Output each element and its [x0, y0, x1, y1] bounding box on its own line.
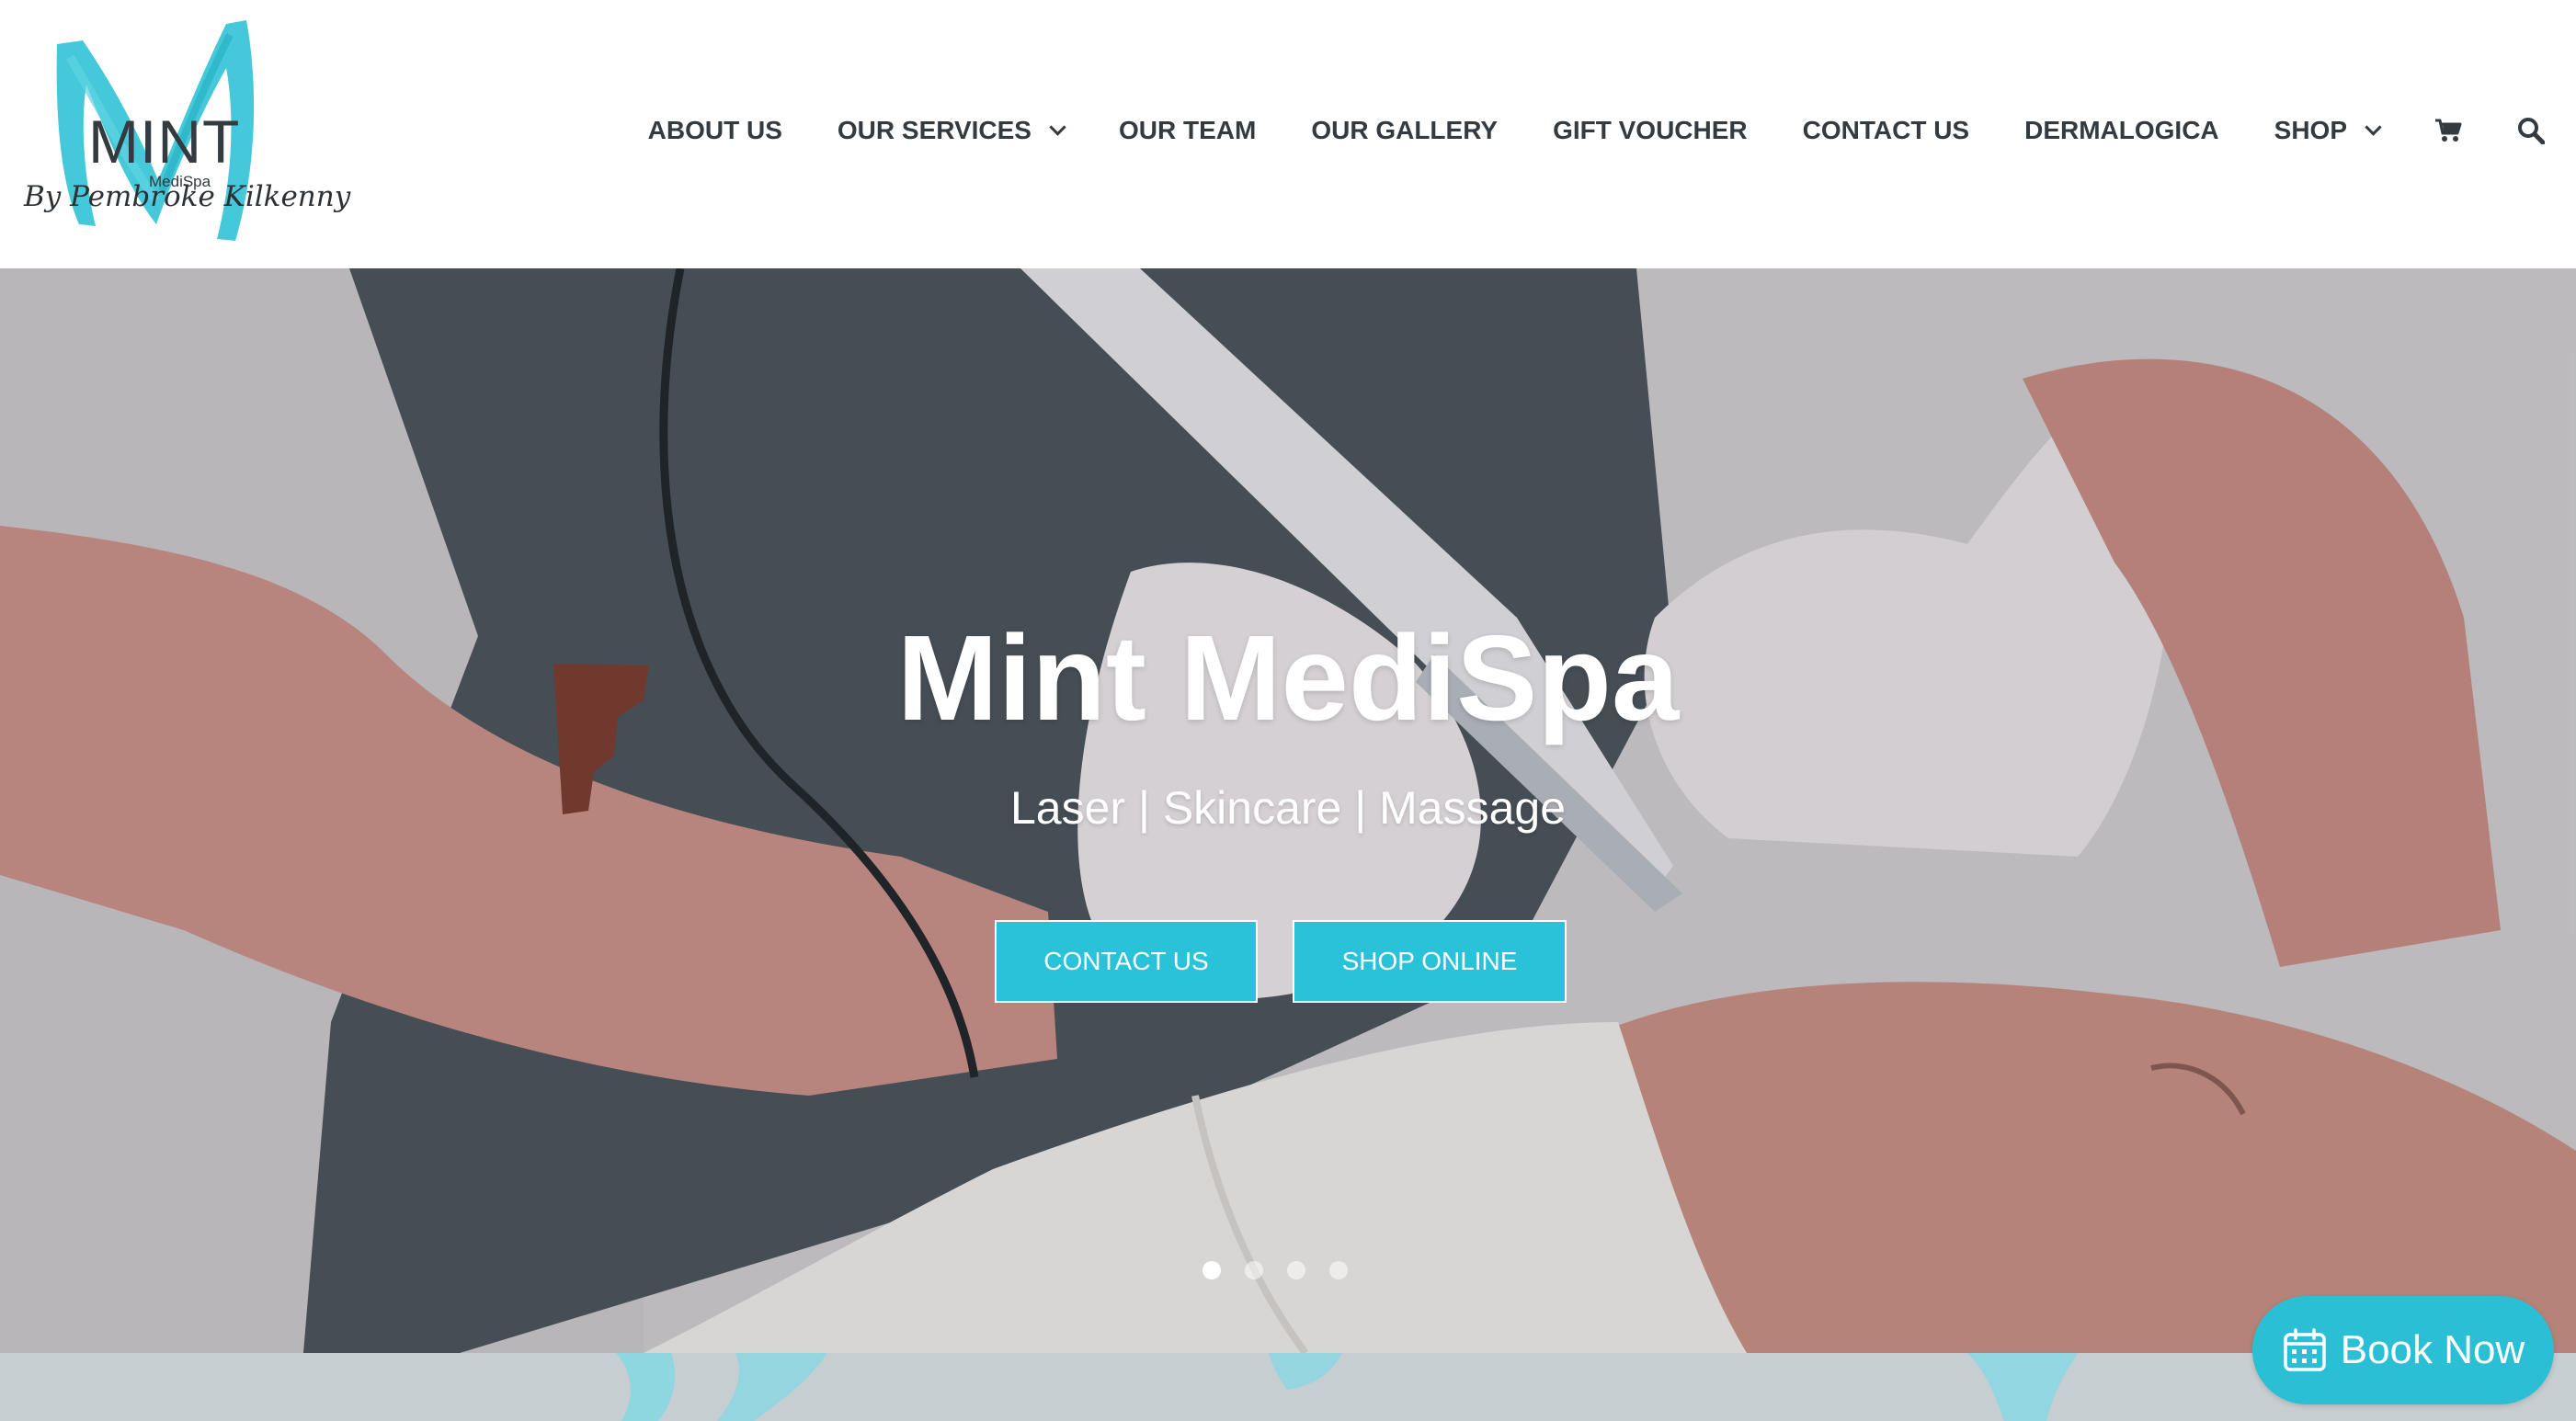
shopping-cart-icon[interactable]	[2434, 118, 2462, 143]
nav-item-our-gallery[interactable]: OUR GALLERY	[1311, 116, 1498, 145]
nav-item-about-us[interactable]: ABOUT US	[648, 116, 782, 145]
decorative-brush-m-icon	[616, 1353, 2078, 1421]
hero-subtitle: Laser | Skincare | Massage	[1009, 782, 1567, 834]
logo-wordmark: MINT	[88, 108, 241, 176]
contact-us-button[interactable]: CONTACT US	[995, 920, 1258, 1003]
nav-item-our-team[interactable]: OUR TEAM	[1119, 116, 1256, 145]
nav-item-contact-us[interactable]: CONTACT US	[1803, 116, 1969, 145]
nav-item-our-services[interactable]: OUR SERVICES	[837, 116, 1066, 145]
nav-item-label: SHOP	[2274, 116, 2347, 144]
nav-item-label: DERMALOGICA	[2024, 116, 2219, 144]
nav-item-label: GIFT VOUCHER	[1553, 116, 1748, 144]
main-navigation: ABOUT US OUR SERVICES OUR TEAM OUR GALLE…	[648, 0, 2545, 261]
shop-online-button[interactable]: SHOP ONLINE	[1293, 920, 1567, 1003]
slider-dot-3[interactable]	[1287, 1261, 1305, 1279]
nav-item-label: OUR SERVICES	[837, 116, 1032, 144]
book-now-button[interactable]: Book Now	[2252, 1296, 2554, 1404]
nav-item-label: ABOUT US	[647, 116, 782, 144]
hero-slider: Mint MediSpa Laser | Skincare | Massage …	[0, 268, 2576, 1353]
next-section-preview	[0, 1353, 2576, 1421]
logo-tagline: By Pembroke Kilkenny	[24, 180, 351, 213]
nav-item-label: OUR GALLERY	[1311, 116, 1499, 144]
slider-dot-1[interactable]	[1203, 1261, 1221, 1279]
chevron-down-icon	[1049, 118, 1066, 136]
calendar-icon	[2282, 1327, 2328, 1373]
nav-item-label: CONTACT US	[1802, 116, 1970, 144]
nav-item-shop[interactable]: SHOP	[2274, 116, 2382, 145]
slider-dot-4[interactable]	[1329, 1261, 1348, 1279]
slider-pagination	[1203, 1261, 1372, 1279]
book-now-label: Book Now	[2340, 1327, 2525, 1372]
nav-item-dermalogica[interactable]: DERMALOGICA	[2024, 116, 2219, 145]
site-logo[interactable]: MINT MediSpa By Pembroke Kilkenny	[18, 7, 350, 256]
search-icon[interactable]	[2517, 117, 2545, 144]
site-header: MINT MediSpa By Pembroke Kilkenny ABOUT …	[0, 0, 2576, 268]
hero-title: Mint MediSpa	[896, 610, 1680, 745]
nav-item-gift-voucher[interactable]: GIFT VOUCHER	[1553, 116, 1748, 145]
nav-item-label: OUR TEAM	[1118, 116, 1257, 144]
slider-dot-2[interactable]	[1245, 1261, 1263, 1279]
chevron-down-icon	[2365, 118, 2382, 136]
